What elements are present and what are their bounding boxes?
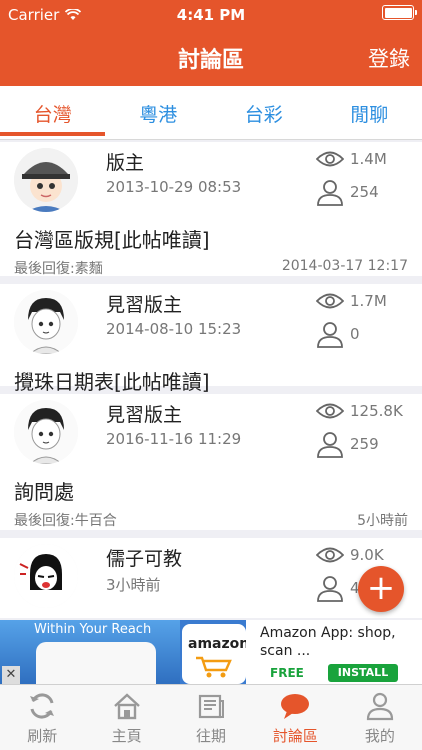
replies-stat: 0 (316, 320, 360, 348)
tabbar-label: 往期 (196, 727, 227, 745)
tab-active-indicator (0, 132, 105, 136)
status-bar: Carrier 4:41 PM (0, 0, 422, 30)
tab-lottery[interactable]: 台彩 (211, 86, 317, 139)
post-item[interactable]: 見習版主 2014-08-10 15:23 1.7M 0 攪珠日期表[此帖唯讀] (0, 284, 422, 394)
ad-logo-text: amazon (188, 636, 250, 652)
views-stat: 1.4M (316, 150, 387, 168)
person-outline-icon (317, 180, 343, 206)
ad-price: FREE (270, 666, 304, 680)
views-stat: 1.7M (316, 292, 387, 310)
ad-tagline: Within Your Reach (34, 622, 152, 637)
replies-count: 0 (350, 325, 360, 343)
post-item[interactable]: 版主 2013-10-29 08:53 1.4M 254 台灣區版規[此帖唯讀]… (0, 142, 422, 278)
views-count: 1.4M (350, 150, 387, 168)
person-outline-icon (317, 576, 343, 602)
post-date: 3小時前 (106, 576, 161, 594)
replies-stat: 4 (316, 574, 360, 602)
post-date: 2013-10-29 08:53 (106, 178, 242, 196)
tab-hongkong[interactable]: 粵港 (106, 86, 212, 139)
post-author: 見習版主 (106, 404, 183, 426)
post-title: 詢問處 (14, 480, 74, 504)
replies-stat: 254 (316, 178, 379, 206)
views-stat: 9.0K (316, 546, 384, 564)
replies-count: 259 (350, 435, 379, 453)
person-icon (366, 692, 393, 721)
ad-image: Within Your Reach (0, 620, 180, 684)
replies-count: 254 (350, 183, 379, 201)
new-post-button[interactable]: + (358, 566, 404, 612)
post-date: 2016-11-16 11:29 (106, 430, 242, 448)
ad-banner[interactable]: Within Your Reach ✕ amazon Amazon App: s… (0, 620, 422, 684)
post-item[interactable]: 儒子可教 3小時前 9.0K 4 (0, 538, 422, 618)
tabbar-item-refresh[interactable]: 刷新 (0, 685, 84, 750)
eye-icon (316, 403, 344, 419)
amazon-logo: amazon (182, 624, 250, 684)
views-count: 1.7M (350, 292, 387, 310)
tabbar-item-forum[interactable]: 討論區 (253, 685, 337, 750)
person-outline-icon (317, 322, 343, 348)
nav-bar: 討論區 登錄 (0, 30, 422, 86)
avatar (14, 290, 78, 354)
refresh-icon (30, 693, 55, 719)
post-author: 版主 (106, 152, 145, 174)
login-button[interactable]: 登錄 (368, 43, 410, 73)
battery-area (382, 5, 417, 20)
avatar (14, 400, 78, 464)
last-reply-time: 2014-03-17 12:17 (281, 258, 408, 274)
last-reply-time: 5小時前 (357, 513, 408, 529)
post-date: 2014-08-10 15:23 (106, 320, 242, 338)
newspaper-icon (198, 694, 225, 719)
tabbar-item-archive[interactable]: 往期 (169, 685, 253, 750)
last-reply-user: 最後回復:素麵 (14, 261, 103, 277)
last-reply-user: 最後回復:牛百合 (14, 513, 117, 529)
chat-bubble-icon (281, 694, 310, 719)
avatar (14, 148, 78, 212)
ad-install-button[interactable]: INSTALL (328, 664, 398, 682)
eye-icon (316, 151, 344, 167)
post-meta: 最後回復:素麵 2014-03-17 12:17 (14, 258, 408, 278)
tabbar-item-home[interactable]: 主頁 (84, 685, 168, 750)
views-count: 125.8K (350, 402, 403, 420)
post-item[interactable]: 見習版主 2016-11-16 11:29 125.8K 259 詢問處 最後回… (0, 394, 422, 530)
post-title: 攪珠日期表[此帖唯讀] (14, 370, 210, 394)
post-author: 見習版主 (106, 294, 183, 316)
views-stat: 125.8K (316, 402, 403, 420)
views-count: 9.0K (350, 546, 384, 564)
clock: 4:41 PM (176, 6, 246, 24)
post-list: 版主 2013-10-29 08:53 1.4M 254 台灣區版規[此帖唯讀]… (0, 142, 422, 620)
page-title: 討論區 (177, 48, 244, 73)
post-meta: 最後回復:牛百合 5小時前 (14, 510, 408, 530)
tabbar-label: 我的 (364, 727, 395, 745)
ad-title: Amazon App: shop, scan ... (260, 625, 396, 659)
post-title: 台灣區版規[此帖唯讀] (14, 228, 210, 252)
tabbar-label: 主頁 (111, 727, 142, 745)
tabbar-item-profile[interactable]: 我的 (338, 685, 422, 750)
tab-chat[interactable]: 閒聊 (317, 86, 422, 139)
post-author: 儒子可教 (106, 548, 183, 570)
ad-details: Amazon App: shop, scan ... FREE INSTALL (246, 620, 422, 684)
cart-icon (196, 656, 232, 678)
tabbar-label: 刷新 (27, 727, 58, 745)
replies-stat: 259 (316, 430, 379, 458)
ad-close-icon[interactable]: ✕ (2, 666, 20, 684)
eye-icon (316, 547, 344, 563)
bottom-tab-bar: 刷新 主頁 往期 討論區 我的 (0, 684, 422, 750)
avatar (14, 544, 78, 608)
eye-icon (316, 293, 344, 309)
tabbar-label: 討論區 (272, 727, 318, 745)
battery-icon (382, 5, 417, 20)
phone-graphic (36, 642, 156, 684)
person-outline-icon (317, 432, 343, 458)
home-icon (113, 693, 140, 720)
